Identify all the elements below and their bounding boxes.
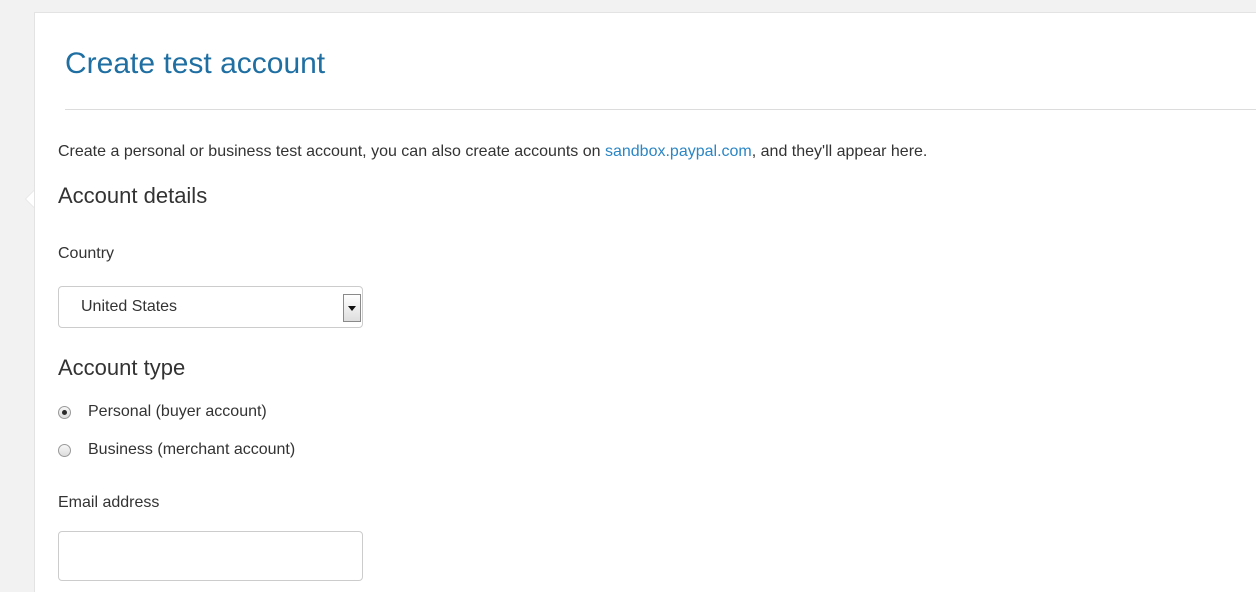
page-title: Create test account bbox=[65, 47, 326, 80]
radio-option-personal[interactable]: Personal (buyer account) bbox=[58, 403, 267, 421]
radio-personal[interactable] bbox=[58, 405, 71, 419]
radio-option-business[interactable]: Business (merchant account) bbox=[58, 441, 295, 459]
intro-text: Create a personal or business test accou… bbox=[58, 143, 927, 161]
sandbox-link[interactable]: sandbox.paypal.com bbox=[605, 143, 752, 160]
account-type-heading: Account type bbox=[58, 355, 186, 380]
account-details-heading: Account details bbox=[58, 183, 208, 208]
country-select-value: United States bbox=[81, 298, 178, 315]
radio-personal-label: Personal (buyer account) bbox=[88, 403, 267, 420]
intro-text-before: Create a personal or business test accou… bbox=[58, 143, 605, 160]
intro-text-after: , and they'll appear here. bbox=[751, 143, 928, 160]
radio-business[interactable] bbox=[58, 443, 71, 457]
country-label: Country bbox=[58, 245, 115, 262]
radio-business-label: Business (merchant account) bbox=[88, 441, 296, 458]
panel-notch bbox=[25, 190, 34, 208]
title-divider bbox=[65, 109, 1256, 110]
email-field[interactable] bbox=[58, 531, 363, 581]
country-select[interactable]: United States bbox=[58, 286, 363, 328]
email-label: Email address bbox=[58, 494, 160, 511]
chevron-down-icon[interactable] bbox=[343, 294, 361, 322]
